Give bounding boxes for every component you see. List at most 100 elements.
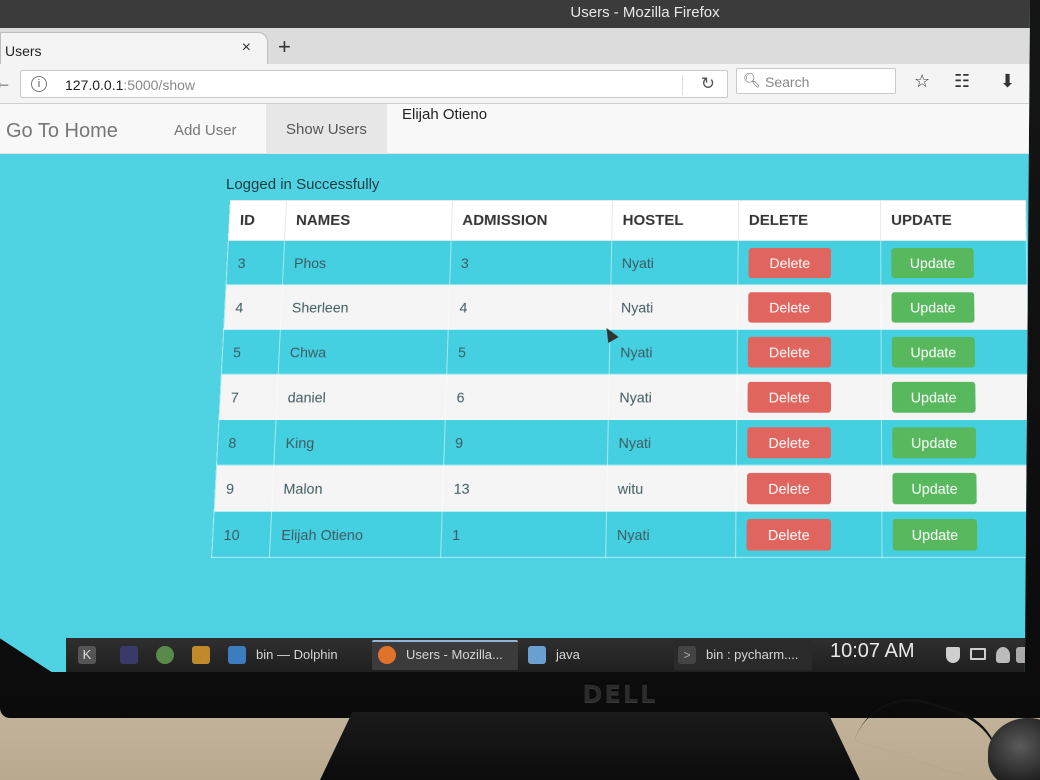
column-header-names: NAMES [284, 200, 453, 241]
cell-admission: 6 [445, 374, 610, 420]
cell-id: 10 [211, 511, 272, 558]
table-row: 4 Sherleen 4 Nyati Delete Update [223, 284, 1028, 330]
column-header-hostel: HOSTEL [611, 200, 739, 241]
cell-hostel: Nyati [608, 374, 738, 420]
cell-update: Update [881, 329, 1029, 375]
search-input[interactable]: 🔍︎ Search [736, 68, 896, 94]
cell-delete: Delete [736, 374, 882, 420]
cell-update: Update [881, 511, 1030, 558]
delete-button[interactable]: Delete [748, 247, 831, 278]
cell-name: King [273, 419, 446, 466]
nav-link-add-user[interactable]: Add User [174, 122, 237, 139]
url-path: :5000/show [123, 77, 195, 93]
cell-hostel: Nyati [609, 329, 738, 375]
monitor-logo: DELL [582, 680, 658, 708]
cell-update: Update [881, 465, 1030, 512]
url-text: 127.0.0.1:5000/show [65, 77, 195, 93]
task-firefox[interactable]: Users - Mozilla... [406, 647, 503, 662]
download-icon[interactable]: ⬇ [1000, 71, 1015, 92]
column-header-update: UPDATE [880, 200, 1027, 241]
app-icon[interactable] [120, 646, 138, 664]
cell-update: Update [880, 284, 1028, 330]
users-table: ID NAMES ADMISSION HOSTEL DELETE UPDATE … [211, 200, 1030, 558]
cell-delete: Delete [737, 329, 882, 375]
cell-delete: Delete [737, 284, 882, 330]
close-tab-icon[interactable]: × [242, 39, 251, 57]
cell-admission: 3 [449, 240, 612, 285]
cell-id: 9 [214, 465, 274, 512]
cell-update: Update [881, 419, 1030, 466]
cell-hostel: Nyati [607, 419, 737, 466]
cell-name: Chwa [278, 329, 449, 375]
app-navbar: Go To Home Add User Show Users Elijah Ot… [0, 104, 1030, 154]
search-placeholder: Search [765, 74, 810, 90]
table-row: 5 Chwa 5 Nyati Delete Update [221, 329, 1029, 375]
column-header-id: ID [228, 200, 287, 241]
delete-button[interactable]: Delete [746, 472, 831, 504]
cell-name: Elijah Otieno [269, 511, 443, 558]
cell-admission: 9 [443, 419, 609, 466]
table-row: 3 Phos 3 Nyati Delete Update [226, 240, 1027, 285]
users-table-wrapper: ID NAMES ADMISSION HOSTEL DELETE UPDATE … [211, 200, 1030, 558]
table-row: 9 Malon 13 witu Delete Update [214, 465, 1030, 512]
delete-button[interactable]: Delete [747, 336, 831, 368]
cell-name: Sherleen [280, 284, 450, 330]
nav-link-show-users[interactable]: Show Users [266, 104, 387, 154]
user-icon[interactable] [996, 647, 1010, 663]
cell-hostel: Nyati [610, 284, 738, 330]
java-icon [528, 646, 546, 664]
brand-link-home[interactable]: Go To Home [6, 120, 118, 143]
bookmark-star-icon[interactable]: ☆ [914, 71, 930, 92]
new-tab-icon[interactable]: + [278, 34, 291, 60]
update-button[interactable]: Update [891, 336, 976, 368]
firefox-icon [378, 646, 396, 664]
delete-button[interactable]: Delete [747, 381, 831, 413]
task-dolphin[interactable]: bin — Dolphin [256, 647, 338, 662]
tab-users[interactable]: Users × [0, 32, 268, 64]
cell-delete: Delete [737, 240, 881, 285]
update-button[interactable]: Update [892, 472, 977, 504]
task-java[interactable]: java [556, 647, 580, 662]
update-button[interactable]: Update [891, 291, 975, 323]
search-icon: 🔍︎ [743, 72, 761, 88]
tab-strip: Users × + [0, 28, 1030, 64]
url-divider [682, 75, 683, 95]
clock[interactable]: 10:07 AM [830, 640, 915, 663]
table-row: 7 daniel 6 Nyati Delete Update [218, 374, 1030, 420]
address-bar[interactable]: i 127.0.0.1:5000/show ↻ [20, 70, 728, 98]
update-button[interactable]: Update [891, 381, 976, 413]
browser-toolbar: ← i 127.0.0.1:5000/show ↻ 🔍︎ Search ☆ ☷ … [0, 64, 1030, 104]
network-icon[interactable] [970, 648, 986, 660]
chat-icon[interactable] [156, 646, 174, 664]
reload-icon[interactable]: ↻ [701, 74, 715, 94]
cell-hostel: Nyati [605, 511, 736, 558]
kde-launcher-icon[interactable]: K [78, 646, 96, 664]
task-pycharm[interactable]: bin : pycharm.... [706, 647, 798, 662]
cell-name: Phos [282, 240, 452, 285]
window-title: Users - Mozilla Firefox [0, 0, 1030, 28]
delete-button[interactable]: Delete [746, 518, 831, 551]
delete-button[interactable]: Delete [747, 426, 831, 458]
update-button[interactable]: Update [891, 247, 974, 278]
cell-id: 5 [221, 329, 281, 375]
sublime-icon[interactable] [192, 646, 210, 664]
status-message: Logged in Successfully [226, 176, 380, 193]
tab-title: Users [5, 43, 42, 59]
back-arrow-icon[interactable]: ← [0, 72, 18, 96]
cell-name: Malon [271, 465, 444, 512]
info-icon[interactable]: i [31, 76, 47, 92]
delete-button[interactable]: Delete [748, 291, 831, 323]
monitor-stand [320, 712, 860, 780]
cell-id: 4 [223, 284, 283, 330]
table-row: 8 King 9 Nyati Delete Update [216, 419, 1030, 466]
cell-admission: 13 [442, 465, 608, 512]
cell-hostel: Nyati [610, 240, 739, 285]
update-button[interactable]: Update [892, 426, 977, 458]
cell-delete: Delete [735, 465, 882, 512]
reading-list-icon[interactable]: ☷ [954, 71, 970, 92]
shield-icon[interactable] [946, 647, 960, 663]
update-button[interactable]: Update [892, 518, 978, 551]
terminal-icon: > [678, 646, 696, 664]
folder-icon [228, 646, 246, 664]
cell-delete: Delete [735, 511, 883, 558]
